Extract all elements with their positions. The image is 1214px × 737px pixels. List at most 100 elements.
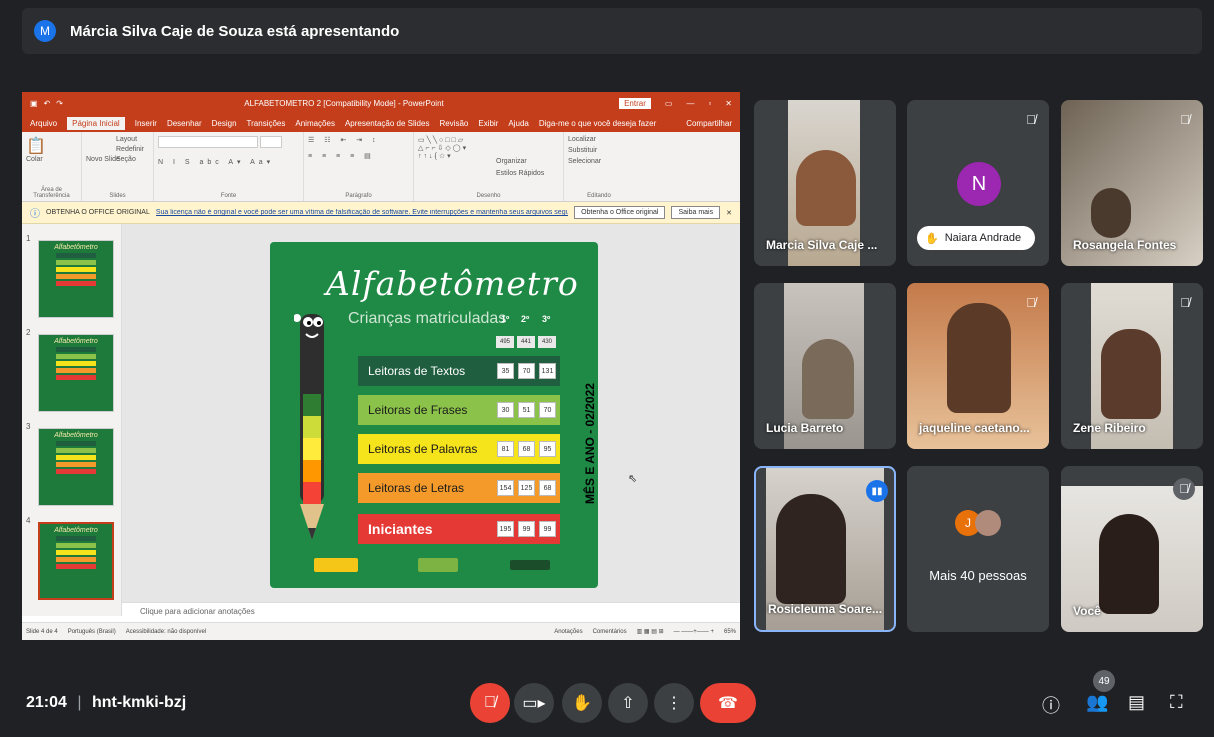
- ribbon-group-editing: Localizar Substituir Selecionar Editando: [564, 132, 634, 201]
- tab-design[interactable]: Design: [212, 119, 237, 128]
- participant-tile-naiara[interactable]: 🎙̸ N ✋ Naiara Andrade: [907, 100, 1049, 266]
- font-name-box[interactable]: [158, 136, 258, 148]
- participant-tile-jaqueline[interactable]: 🎙̸ jaqueline caetano...: [907, 283, 1049, 449]
- people-icon[interactable]: 👥: [1086, 692, 1108, 713]
- select-button[interactable]: Selecionar: [568, 158, 630, 165]
- tab-animacoes[interactable]: Animações: [295, 119, 335, 128]
- current-slide[interactable]: Alfabetômetro Crianças matriculadas 1º 2…: [270, 242, 598, 588]
- list-icons[interactable]: ☰ ☷ ⇤ ⇥ ↕: [308, 136, 409, 144]
- mic-off-button[interactable]: 🎙̸: [470, 683, 510, 723]
- mouse-cursor-icon: ⇖: [628, 473, 638, 485]
- month-year-label: MÊS E ANO - 02/2022: [583, 383, 597, 504]
- participant-tile-voce[interactable]: 🎙̸ Você: [1061, 466, 1203, 632]
- comments-button[interactable]: Comentários: [593, 629, 627, 635]
- participant-tile-zene[interactable]: 🎙̸ Zene Ribeiro: [1061, 283, 1203, 449]
- layout-button[interactable]: Layout: [116, 136, 137, 143]
- slide-number: 1: [26, 234, 31, 243]
- tell-me-box[interactable]: Diga-me o que você deseja fazer: [539, 119, 656, 128]
- logo-right: [510, 560, 550, 570]
- ppt-statusbar: Slide 4 de 4 Português (Brasil) Acessibi…: [22, 622, 740, 640]
- tab-inserir[interactable]: Inserir: [135, 119, 157, 128]
- level-label: Leitoras de Textos: [368, 364, 466, 378]
- present-icon: ⇧: [621, 695, 635, 712]
- column-header: 3º: [542, 314, 551, 324]
- slide-thumbnail-4[interactable]: Alfabetômetro: [38, 522, 114, 600]
- level-label: Iniciantes: [368, 521, 433, 537]
- group-label: Área de Transferência: [33, 187, 70, 199]
- tab-apresentacao[interactable]: Apresentação de Slides: [345, 119, 430, 128]
- paste-button[interactable]: 📋: [26, 136, 77, 156]
- more-options-button[interactable]: ⋮: [654, 683, 694, 723]
- close-message-icon[interactable]: ✕: [726, 209, 732, 217]
- notes-button[interactable]: Anotações: [554, 629, 582, 635]
- ribbon-group-slides: Novo Slide Layout Redefinir Seção Slides: [82, 132, 154, 201]
- notes-pane[interactable]: Clique para adicionar anotações: [122, 602, 740, 622]
- group-label: Slides: [109, 193, 126, 199]
- quick-styles-button[interactable]: Estilos Rápidos: [496, 170, 544, 177]
- zoom-level[interactable]: 65%: [724, 629, 736, 635]
- info-icon[interactable]: ⓘ: [1042, 692, 1060, 718]
- maximize-icon[interactable]: ▫: [708, 99, 711, 108]
- language[interactable]: Português (Brasil): [68, 629, 116, 635]
- participant-tile-marcia[interactable]: Marcia Silva Caje ...: [754, 100, 896, 266]
- view-icons[interactable]: ▥ ▦ ▤ ⊞: [637, 628, 664, 635]
- ribbon-group-drawing: ▭╲╲○□□▱ △⌐⌐⇩◇◯▾ ↑↑↓{☆▾ Organizar Estilos R…: [414, 132, 564, 201]
- level-value: 30: [497, 402, 514, 418]
- arrange-button[interactable]: Organizar: [496, 158, 527, 165]
- section-button[interactable]: Seção: [116, 156, 136, 163]
- level-value: 95: [539, 441, 556, 457]
- participant-tile-more[interactable]: J Mais 40 pessoas: [907, 466, 1049, 632]
- undo-icon: ↶: [43, 98, 51, 108]
- camera-button[interactable]: ▭▸: [514, 683, 554, 723]
- ribbon-options-icon[interactable]: ▭: [665, 99, 673, 108]
- tab-exibir[interactable]: Exibir: [478, 119, 498, 128]
- pinned-name-pill: ✋ Naiara Andrade: [917, 226, 1035, 250]
- participant-tile-lucia[interactable]: Lucia Barreto: [754, 283, 896, 449]
- close-icon[interactable]: ✕: [725, 99, 732, 108]
- accessibility[interactable]: Acessibilidade: não disponível: [126, 629, 206, 635]
- raise-hand-button[interactable]: ✋: [562, 683, 602, 723]
- replace-button[interactable]: Substituir: [568, 147, 630, 154]
- participant-name: Marcia Silva Caje ...: [766, 238, 878, 252]
- level-value: 99: [518, 521, 535, 537]
- minimize-icon[interactable]: —: [686, 99, 694, 108]
- chat-icon[interactable]: ▤: [1128, 692, 1145, 713]
- zoom-slider[interactable]: — ——+—— +: [674, 629, 714, 635]
- ribbon-group-font: N I S abc A▾ Aa▾ Fonte: [154, 132, 304, 201]
- group-label: Parágrafo: [345, 193, 372, 199]
- shapes-gallery[interactable]: ▭╲╲○□□▱ △⌐⌐⇩◇◯▾ ↑↑↓{☆▾: [418, 136, 559, 160]
- learn-more-button[interactable]: Saiba mais: [671, 206, 721, 219]
- tab-desenhar[interactable]: Desenhar: [167, 119, 202, 128]
- present-button[interactable]: ⇧: [608, 683, 648, 723]
- tab-ajuda[interactable]: Ajuda: [508, 119, 528, 128]
- signin-button[interactable]: Entrar: [619, 97, 651, 109]
- tab-revisao[interactable]: Revisão: [439, 119, 468, 128]
- tab-transicoes[interactable]: Transições: [247, 119, 286, 128]
- tab-pagina-inicial[interactable]: Página Inicial: [67, 116, 125, 130]
- tab-arquivo[interactable]: Arquivo: [30, 119, 57, 128]
- align-icons[interactable]: ≡ ≡ ≡ ≡ ▤: [308, 152, 409, 160]
- share-button[interactable]: Compartilhar: [686, 119, 732, 128]
- slide-thumbnail-2[interactable]: Alfabetômetro: [38, 334, 114, 412]
- activities-icon[interactable]: ⛶: [1170, 692, 1183, 713]
- find-button[interactable]: Localizar: [568, 136, 630, 143]
- participant-tile-rosicleuma[interactable]: ▮▮ Rosicleuma Soare...: [754, 466, 896, 632]
- get-office-button[interactable]: Obtenha o Office original: [574, 206, 666, 219]
- presenter-text: Márcia Silva Caje de Souza está apresent…: [70, 22, 400, 40]
- slide-thumbnail-1[interactable]: Alfabetômetro: [38, 240, 114, 318]
- font-format-icons[interactable]: N I S abc A▾ Aa▾: [158, 158, 299, 166]
- level-row-letras: Leitoras de Letras 154 125 68: [358, 473, 560, 503]
- column-header: 2º: [521, 314, 530, 324]
- message-text: Sua licença não é original e você pode s…: [155, 209, 569, 216]
- mic-off-icon: 🎙̸: [484, 694, 496, 711]
- slide-edit-area[interactable]: Alfabetômetro Crianças matriculadas 1º 2…: [122, 224, 740, 602]
- level-value: 68: [518, 441, 535, 457]
- reset-button[interactable]: Redefinir: [116, 146, 144, 153]
- slide-thumbnail-3[interactable]: Alfabetômetro: [38, 428, 114, 506]
- font-size-box[interactable]: [259, 136, 282, 148]
- participant-tile-rosangela[interactable]: 🎙̸ Rosangela Fontes: [1061, 100, 1203, 266]
- leave-call-button[interactable]: ☎: [700, 683, 756, 723]
- level-label: Leitoras de Palavras: [368, 442, 478, 456]
- presenter-banner: M Márcia Silva Caje de Souza está aprese…: [22, 8, 1202, 54]
- presented-screen[interactable]: ▣ ↶ ↷ ALFABETOMETRO 2 [Compatibility Mod…: [22, 92, 740, 640]
